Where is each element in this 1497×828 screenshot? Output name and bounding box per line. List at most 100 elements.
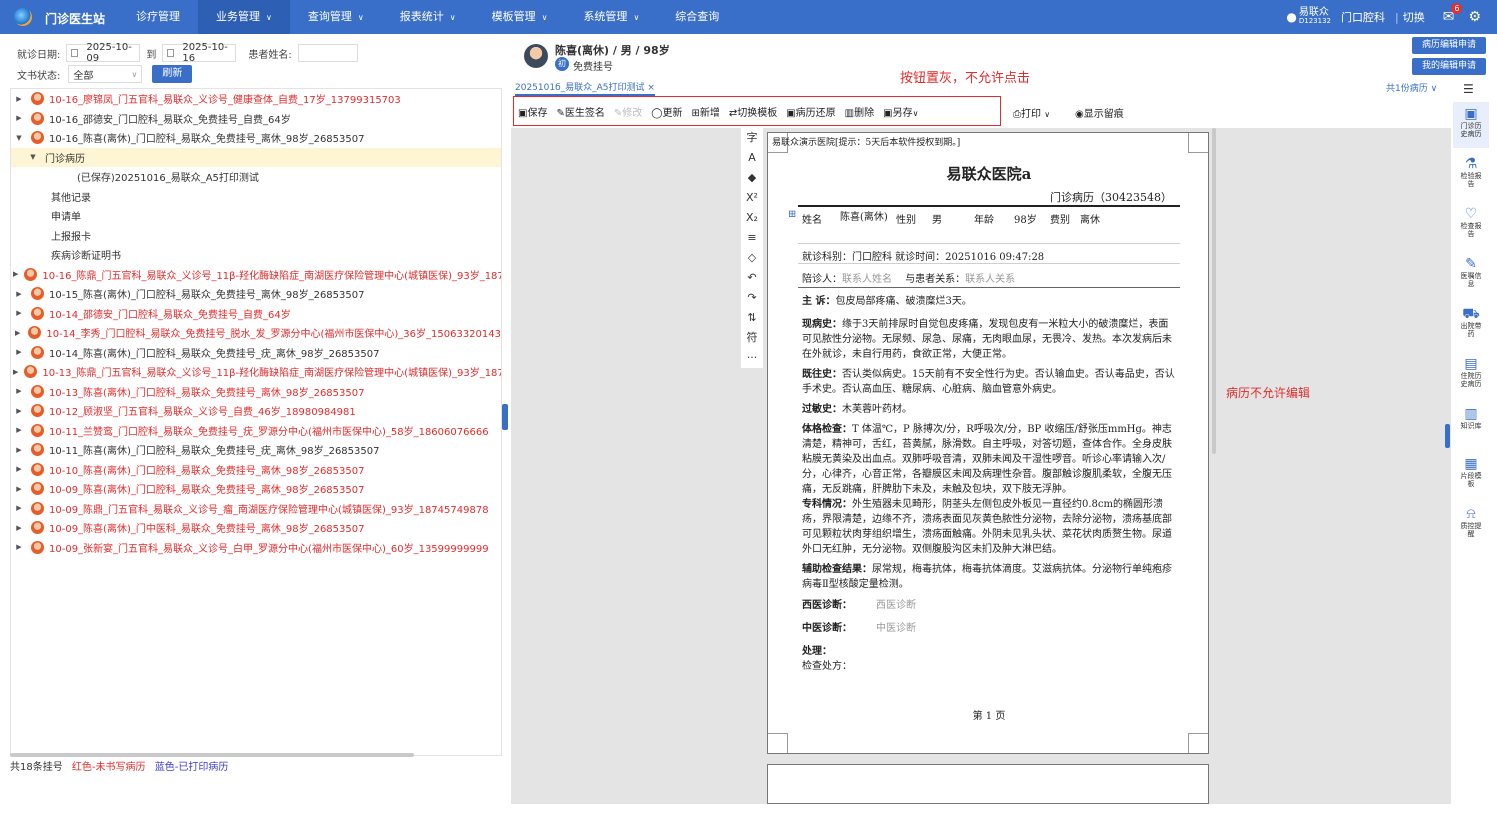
record-count-dropdown[interactable]: 共1份病历 ∨ [1386, 81, 1437, 94]
expand-icon[interactable]: ⊞ [788, 209, 796, 220]
tree-row[interactable]: ▶ 10-09_张新宴_门五官科_易联众_义诊号_白甲_罗源分中心(福州市医保中心… [11, 538, 501, 558]
tree-row[interactable]: ▶ 10-16_陈鼎_门五官科_易联众_义诊号_11β-羟化酶缺陷症_南湖医疗保险… [11, 265, 501, 285]
tree-row[interactable]: (已保存)20251016_易联众_A5打印测试 [11, 167, 501, 187]
caret-right-icon[interactable]: ▶ [13, 290, 25, 298]
right-nav-item[interactable]: ▥ 知识库 [1453, 402, 1489, 448]
tree-row[interactable]: ▶ 10-14_陈喜(离休)_门口腔科_易联众_免费挂号_疣_离休_98岁_268… [11, 343, 501, 363]
format-tool-button[interactable]: X₂ [741, 208, 763, 228]
switch-template-button[interactable]: ⇄切换模板 [729, 104, 777, 119]
caret-right-icon[interactable]: ▶ [13, 426, 25, 434]
format-tool-button[interactable]: ≡ [741, 228, 763, 248]
tree-row[interactable]: ▼ 门诊病历 [11, 147, 501, 167]
caret-down-icon[interactable]: ▼ [13, 134, 25, 142]
caret-right-icon[interactable]: ▶ [13, 465, 25, 473]
gear-icon[interactable]: ⚙ [1468, 9, 1481, 25]
tree-row[interactable]: ▶ 10-13_陈鼎_门五官科_易联众_义诊号_11β-羟化酶缺陷症_南湖医疗保险… [11, 362, 501, 382]
my-edit-apply-button[interactable]: 我的编辑申请 [1412, 58, 1486, 75]
tree-row[interactable]: ▶ 10-09_陈喜(离休)_门口腔科_易联众_免费挂号_离休_98岁_26853… [11, 479, 501, 499]
caret-right-icon[interactable]: ▶ [13, 407, 25, 415]
format-tool-button[interactable]: ··· [741, 348, 763, 368]
menu-item-5[interactable]: 系统管理 ∨ [565, 0, 657, 34]
right-nav-item[interactable]: ▤ 住院历史病历 [1453, 352, 1489, 398]
print-button[interactable]: ⎙打印 ∨ [1013, 105, 1050, 120]
show-trace-button[interactable]: ◉显示留痕 [1075, 105, 1124, 120]
tree-row[interactable]: 上报报卡 [11, 226, 501, 246]
panel-splitter[interactable] [502, 404, 508, 430]
menu-item-4[interactable]: 模板管理 ∨ [474, 0, 566, 34]
right-nav-item[interactable]: ▦ 片段模板 [1453, 452, 1489, 498]
caret-right-icon[interactable]: ▶ [13, 270, 18, 278]
caret-down-icon[interactable]: ▼ [27, 153, 39, 161]
caret-right-icon[interactable]: ▶ [13, 95, 25, 103]
list-menu-icon[interactable]: ☰ [1463, 82, 1474, 96]
user-info[interactable]: ● 易联众 D123132 [1286, 8, 1331, 26]
tree-row[interactable]: ▼ 10-16_陈喜(离休)_门口腔科_易联众_免费挂号_离休_98岁_26853… [11, 128, 501, 148]
caret-right-icon[interactable]: ▶ [13, 114, 25, 122]
horizontal-scrollbar[interactable] [10, 753, 414, 757]
tree-row[interactable]: ▶ 10-11_陈喜(离休)_门口腔科_易联众_免费挂号_疣_离休_98岁_268… [11, 440, 501, 460]
tree-row[interactable]: ▶ 10-14_李秀_门口腔科_易联众_免费挂号_脱水_发_罗源分中心(福州市医保… [11, 323, 501, 343]
vertical-scrollbar[interactable] [1212, 128, 1216, 454]
tree-row[interactable]: 其他记录 [11, 187, 501, 207]
tree-row[interactable]: 申请单 [11, 206, 501, 226]
format-tool-button[interactable]: X² [741, 188, 763, 208]
right-nav-item[interactable]: ⍾ 质控提醒 [1453, 502, 1489, 548]
tree-row[interactable]: ▶ 10-09_陈鼎_门五官科_易联众_义诊号_瘤_南湖医疗保险管理中心(城镇医保… [11, 499, 501, 519]
date-to-input[interactable]: 2025-10-16 [162, 42, 237, 64]
switch-dept-link[interactable]: 切换 [1403, 9, 1425, 25]
format-tool-button[interactable]: 字 [741, 128, 763, 148]
format-tool-button[interactable]: 符 [741, 328, 763, 348]
date-from-input[interactable]: 2025-10-09 [66, 42, 141, 64]
tab-record-document[interactable]: 2025101б_易联众_A5打印测试 × [515, 80, 655, 96]
caret-right-icon[interactable]: ▶ [13, 504, 25, 512]
caret-right-icon[interactable]: ▶ [13, 309, 25, 317]
menu-item-2[interactable]: 查询管理 ∨ [290, 0, 382, 34]
right-nav-item[interactable]: ♡ 检查报告 [1453, 202, 1489, 248]
tree-row[interactable]: ▶ 10-11_兰赞鸾_门口腔科_易联众_免费挂号_疣_罗源分中心(福州市医保中心… [11, 421, 501, 441]
menu-item-0[interactable]: 诊疗管理 [118, 0, 198, 34]
caret-right-icon[interactable]: ▶ [13, 485, 25, 493]
right-splitter[interactable] [1445, 424, 1450, 448]
right-nav-item[interactable]: ▣ 门诊历史病历 [1453, 102, 1489, 148]
tree-row[interactable]: ▶ 10-15_陈喜(离休)_门口腔科_易联众_免费挂号_离休_98岁_26853… [11, 284, 501, 304]
caret-right-icon[interactable]: ▶ [13, 368, 18, 376]
menu-item-3[interactable]: 报表统计 ∨ [382, 0, 474, 34]
tree-row[interactable]: ▶ 10-16_邵德安_门口腔科_易联众_免费挂号_自费_64岁 [11, 109, 501, 129]
mail-icon[interactable]: ✉ 6 [1443, 3, 1463, 25]
tree-row[interactable]: ▶ 10-12_顾淑坚_门五官科_易联众_义诊号_自费_46岁_189809849… [11, 401, 501, 421]
format-tool-button[interactable]: ◇ [741, 248, 763, 268]
tree-row[interactable]: ▶ 10-13_陈喜(离休)_门口腔科_易联众_免费挂号_离休_98岁_26853… [11, 382, 501, 402]
caret-right-icon[interactable]: ▶ [13, 446, 25, 454]
caret-right-icon[interactable]: ▶ [13, 348, 25, 356]
tree-row[interactable]: ▶ 10-14_邵德安_门口腔科_易联众_免费挂号_自费_64岁 [11, 304, 501, 324]
caret-right-icon[interactable]: ▶ [13, 524, 25, 532]
save-as-button[interactable]: ▣另存∨ [883, 104, 918, 119]
menu-item-6[interactable]: 综合查询 [657, 0, 737, 34]
caret-right-icon[interactable]: ▶ [13, 387, 25, 395]
save-button[interactable]: ▣保存 [518, 104, 547, 119]
refresh-button[interactable]: 刷新 [152, 65, 193, 83]
update-button[interactable]: ◯更新 [651, 104, 682, 119]
format-tool-button[interactable]: ◆ [741, 168, 763, 188]
tree-row[interactable]: ▶ 10-16_廖锦凤_门五官科_易联众_义诊号_健康查体_自费_17岁_1379… [11, 89, 501, 109]
record-edit-apply-button[interactable]: 病历编辑申请 [1412, 37, 1486, 54]
doctor-sign-button[interactable]: ✎医生签名 [556, 104, 604, 119]
tree-row[interactable]: ▶ 10-09_陈喜(离休)_门中医科_易联众_免费挂号_离休_98岁_26853… [11, 518, 501, 538]
patient-name-input[interactable] [297, 44, 358, 62]
right-nav-item[interactable]: ⛟ 出院带药 [1453, 302, 1489, 348]
current-dept[interactable]: 门口腔科 [1341, 9, 1385, 25]
restore-button[interactable]: ▣病历还原 [786, 104, 835, 119]
format-tool-button[interactable]: ↶ [741, 268, 763, 288]
right-nav-item[interactable]: ✎ 医嘱信息 [1453, 252, 1489, 298]
format-tool-button[interactable]: ↷ [741, 288, 763, 308]
tree-row[interactable]: 疾病诊断证明书 [11, 245, 501, 265]
new-button[interactable]: ⊞新增 [691, 104, 719, 119]
caret-right-icon[interactable]: ▶ [13, 329, 22, 337]
format-tool-button[interactable]: A [741, 148, 763, 168]
status-select[interactable]: 全部 ∨ [68, 65, 143, 83]
tree-row[interactable]: ▶ 10-10_陈喜(离休)_门口腔科_易联众_免费挂号_离休_98岁_26853… [11, 460, 501, 480]
right-nav-item[interactable]: ⚗ 检验报告 [1453, 152, 1489, 198]
delete-button[interactable]: ▥删除 [845, 104, 874, 119]
caret-right-icon[interactable]: ▶ [13, 543, 25, 551]
modify-button[interactable]: ✎修改 [614, 104, 642, 119]
